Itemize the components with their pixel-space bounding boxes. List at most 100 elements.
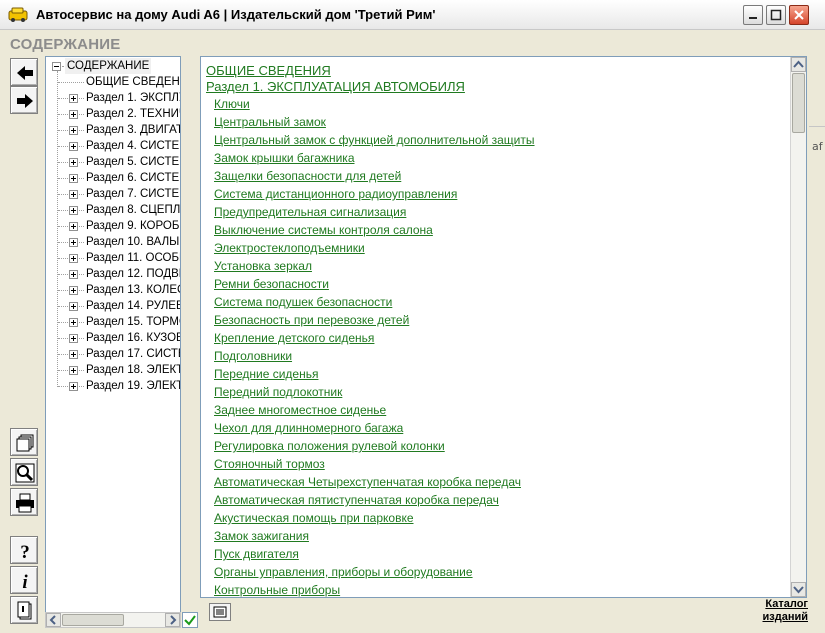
topic-link[interactable]: Органы управления, приборы и оборудовани… xyxy=(214,564,473,580)
content-scroll-thumb[interactable] xyxy=(792,73,805,133)
topic-link[interactable]: Автоматическая Четырехступенчатая коробк… xyxy=(214,474,521,490)
tree-expand-toggle[interactable] xyxy=(69,238,78,247)
tree-item[interactable]: ОБЩИЕ СВЕДЕНИЯ xyxy=(46,74,180,90)
maximize-button[interactable] xyxy=(766,5,786,25)
topic-link[interactable]: Электростеклоподъемники xyxy=(214,240,365,256)
tree-item[interactable]: Раздел 1. ЭКСПЛУАТАЦИЯ xyxy=(46,90,180,106)
topic-link[interactable]: Регулировка положения рулевой колонки xyxy=(214,438,445,454)
topic-link[interactable]: Центральный замок с функцией дополнитель… xyxy=(214,132,535,148)
topic-link[interactable]: Система подушек безопасности xyxy=(214,294,392,310)
tree-expand-toggle[interactable] xyxy=(69,270,78,279)
content-vertical-scrollbar[interactable] xyxy=(790,57,806,597)
back-button[interactable] xyxy=(10,58,38,86)
tree-item[interactable]: Раздел 11. ОСОБЕННОСТИ xyxy=(46,250,180,266)
forward-button[interactable] xyxy=(10,86,38,114)
topic-link[interactable]: Система дистанционного радиоуправления xyxy=(214,186,457,202)
tree-expand-toggle[interactable] xyxy=(69,318,78,327)
tree-item[interactable]: Раздел 18. ЭЛЕКТРО xyxy=(46,362,180,378)
tree-expand-toggle[interactable] xyxy=(69,254,78,263)
tree-item[interactable]: Раздел 10. ВАЛЫ xyxy=(46,234,180,250)
catalog-link[interactable]: Каталог изданий xyxy=(752,598,809,624)
topic-link[interactable]: Выключение системы контроля салона xyxy=(214,222,433,238)
tree-expand-toggle[interactable] xyxy=(69,350,78,359)
tree-root[interactable]: СОДЕРЖАНИЕ xyxy=(46,58,180,74)
tree-expand-toggle[interactable] xyxy=(69,286,78,295)
tree-item[interactable]: Раздел 15. ТОРМОЗНАЯ xyxy=(46,314,180,330)
tree-expand-toggle[interactable] xyxy=(69,142,78,151)
tree-item[interactable]: Раздел 17. СИСТЕМА xyxy=(46,346,180,362)
tree-item[interactable]: Раздел 12. ПОДВЕСКА xyxy=(46,266,180,282)
tree-item[interactable]: Раздел 5. СИСТЕМА xyxy=(46,154,180,170)
topic-link[interactable]: Безопасность при перевозке детей xyxy=(214,312,409,328)
tree-scroll-thumb[interactable] xyxy=(62,614,124,626)
catalog-link-line2: изданий xyxy=(762,611,809,623)
tree-item[interactable]: Раздел 9. КОРОБКА xyxy=(46,218,180,234)
topic-link[interactable]: Ремни безопасности xyxy=(214,276,329,292)
tree-expand-toggle[interactable] xyxy=(69,110,78,119)
topic-link[interactable]: Центральный замок xyxy=(214,114,326,130)
left-toolbar: ? i xyxy=(8,56,41,628)
notes-button[interactable] xyxy=(10,596,38,624)
tree-item[interactable]: Раздел 6. СИСТЕМА xyxy=(46,170,180,186)
topic-link[interactable]: Акустическая помощь при парковке xyxy=(214,510,414,526)
tree-item[interactable]: Раздел 7. СИСТЕМА xyxy=(46,186,180,202)
topic-link[interactable]: Предупредительная сигнализация xyxy=(214,204,406,220)
scroll-up-button[interactable] xyxy=(791,57,806,72)
tree-expand-toggle[interactable] xyxy=(69,222,78,231)
topic-link[interactable]: Установка зеркал xyxy=(214,258,312,274)
help-button[interactable]: ? xyxy=(10,536,38,564)
search-button[interactable] xyxy=(10,458,38,486)
topic-link[interactable]: Заднее многоместное сиденье xyxy=(214,402,386,418)
scroll-right-button[interactable] xyxy=(165,613,180,627)
chevron-up-icon xyxy=(793,60,804,68)
tree-horizontal-scrollbar[interactable] xyxy=(45,612,181,628)
tree-collapse-toggle[interactable] xyxy=(52,62,61,71)
tree-item[interactable]: Раздел 8. СЦЕПЛЕНИЕ xyxy=(46,202,180,218)
topic-link[interactable]: Передние сиденья xyxy=(214,366,318,382)
tree-expand-toggle[interactable] xyxy=(69,366,78,375)
tree-item[interactable]: Раздел 14. РУЛЕВОЕ xyxy=(46,298,180,314)
tree-expand-toggle[interactable] xyxy=(69,382,78,391)
checkmark-icon xyxy=(184,615,196,626)
topic-link[interactable]: Пуск двигателя xyxy=(214,546,299,562)
topic-link[interactable]: Передний подлокотник xyxy=(214,384,342,400)
close-button[interactable] xyxy=(789,5,809,25)
topic-link[interactable]: Стояночный тормоз xyxy=(214,456,325,472)
tree-item[interactable]: Раздел 3. ДВИГАТЕЛЬ xyxy=(46,122,180,138)
tree-expand-toggle[interactable] xyxy=(69,174,78,183)
tree-expand-toggle[interactable] xyxy=(69,190,78,199)
tree-expand-toggle[interactable] xyxy=(69,334,78,343)
minimize-button[interactable] xyxy=(743,5,763,25)
general-info-link[interactable]: ОБЩИЕ СВЕДЕНИЯ xyxy=(206,63,331,79)
section-link[interactable]: Раздел 1. ЭКСПЛУАТАЦИЯ АВТОМОБИЛЯ xyxy=(206,79,465,95)
background-window-divider xyxy=(809,126,825,127)
tree-expand-toggle[interactable] xyxy=(69,94,78,103)
tree-item[interactable]: Раздел 2. ТЕХНИЧЕСКОЕ xyxy=(46,106,180,122)
scroll-down-button[interactable] xyxy=(791,582,806,597)
tree-item-label: Раздел 10. ВАЛЫ xyxy=(86,236,180,248)
info-button[interactable]: i xyxy=(10,566,38,594)
tree-expand-toggle[interactable] xyxy=(69,126,78,135)
topic-link[interactable]: Подголовники xyxy=(214,348,292,364)
tree-item[interactable]: Раздел 19. ЭЛЕКТРО xyxy=(46,378,180,394)
topic-link[interactable]: Чехол для длинномерного багажа xyxy=(214,420,403,436)
topic-link[interactable]: Автоматическая пятиступенчатая коробка п… xyxy=(214,492,499,508)
tree-expand-toggle[interactable] xyxy=(69,302,78,311)
topic-link[interactable]: Замок зажигания xyxy=(214,528,309,544)
topic-link[interactable]: Замок крышки багажника xyxy=(214,150,355,166)
scroll-left-button[interactable] xyxy=(46,613,61,627)
tree-expand-toggle[interactable] xyxy=(69,158,78,167)
topic-link[interactable]: Защелки безопасности для детей xyxy=(214,168,401,184)
bookmarks-button[interactable] xyxy=(10,428,38,456)
tree-item[interactable]: Раздел 4. СИСТЕМА xyxy=(46,138,180,154)
topic-link[interactable]: Ключи xyxy=(214,96,250,112)
tree-item[interactable]: Раздел 13. КОЛЕСА xyxy=(46,282,180,298)
tree-expand-toggle[interactable] xyxy=(69,206,78,215)
topic-link[interactable]: Крепление детского сиденья xyxy=(214,330,374,346)
text-view-button[interactable] xyxy=(209,603,231,621)
close-icon xyxy=(794,10,804,20)
topic-link[interactable]: Контрольные приборы xyxy=(214,582,340,597)
sync-checkbox[interactable] xyxy=(182,612,198,628)
tree-item[interactable]: Раздел 16. КУЗОВ xyxy=(46,330,180,346)
print-button[interactable] xyxy=(10,488,38,516)
